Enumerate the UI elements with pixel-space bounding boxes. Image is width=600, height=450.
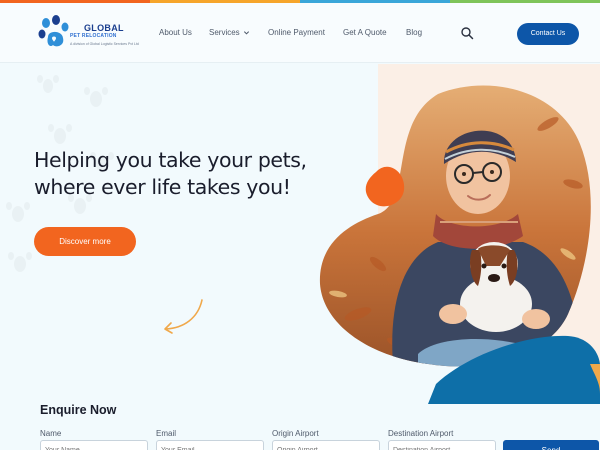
enquire-title: Enquire Now	[40, 403, 117, 417]
email-label: Email	[156, 429, 177, 438]
site-logo[interactable]: GLOBAL PET RELOCATION A division of Glob…	[38, 15, 139, 53]
nav-services-label: Services	[209, 28, 240, 37]
send-enquiry-button[interactable]: Send	[503, 440, 599, 450]
nav-get-a-quote[interactable]: Get A Quote	[343, 28, 387, 37]
nav-about[interactable]: About Us	[159, 28, 192, 37]
orange-accent-blob	[365, 166, 405, 207]
hero-headline-line2: where ever life takes you!	[34, 175, 291, 199]
logo-title: GLOBAL	[84, 23, 124, 33]
logo-tagline: A division of Global Logistic Services P…	[70, 42, 139, 46]
hero-photo-boy-with-puppy	[319, 64, 600, 404]
destination-airport-input[interactable]	[388, 440, 496, 450]
discover-more-button[interactable]: Discover more	[34, 227, 136, 256]
nav-blog[interactable]: Blog	[406, 28, 422, 37]
search-icon[interactable]	[460, 26, 474, 40]
origin-airport-label: Origin Airport	[272, 429, 319, 438]
contact-us-button[interactable]: Contact Us	[517, 23, 579, 45]
email-input[interactable]	[156, 440, 264, 450]
name-input[interactable]	[40, 440, 148, 450]
site-header: GLOBAL PET RELOCATION A division of Glob…	[0, 3, 600, 63]
chevron-down-icon	[243, 31, 249, 35]
hero-headline-line1: Helping you take your pets,	[34, 148, 307, 172]
curved-arrow-decoration	[164, 299, 203, 334]
destination-airport-label: Destination Airport	[388, 429, 454, 438]
name-label: Name	[40, 429, 62, 438]
nav-online-payment[interactable]: Online Payment	[268, 28, 325, 37]
paw-logo-icon	[38, 15, 69, 47]
nav-services[interactable]: Services	[209, 28, 250, 37]
logo-subtitle: PET RELOCATION	[70, 33, 117, 39]
hero-headline: Helping you take your pets, where ever l…	[34, 147, 307, 201]
origin-airport-input[interactable]	[272, 440, 380, 450]
